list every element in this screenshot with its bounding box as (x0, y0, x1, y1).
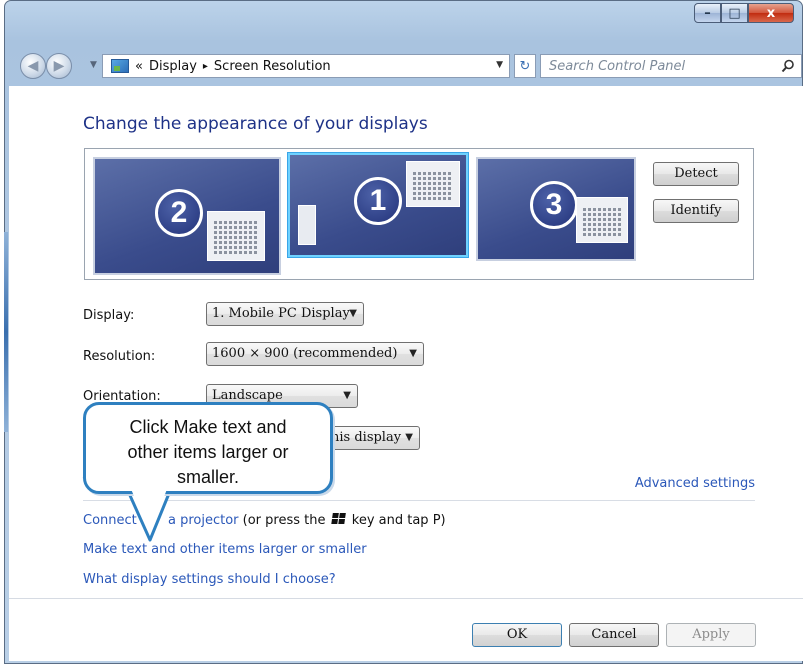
monitor-arrangement-panel: 2 1 3 Detect Identify (84, 148, 754, 280)
connect-projector-link-end[interactable]: a projector (168, 513, 239, 528)
page-title: Change the appearance of your displays (83, 114, 428, 134)
display-label: Display: (83, 308, 135, 323)
advanced-settings-link[interactable]: Advanced settings (635, 476, 755, 491)
orientation-select-value: Landscape (212, 388, 283, 403)
breadcrumb-display[interactable]: Display (149, 59, 197, 74)
dialog-button-bar: OK Cancel Apply (9, 598, 803, 661)
cancel-button[interactable]: Cancel (569, 623, 659, 647)
divider (83, 500, 755, 501)
navigation-bar: ◀ ▶ ▼ « Display ▸ Screen Resolution ▼ ↻ … (16, 50, 802, 80)
monitor-2[interactable]: 2 (93, 157, 281, 275)
maximize-button[interactable]: □ (721, 3, 748, 23)
breadcrumb-screen-resolution[interactable]: Screen Resolution (214, 59, 331, 74)
monitor-3-number: 3 (530, 181, 578, 229)
window-edge-accent (4, 232, 8, 432)
back-button[interactable]: ◀ (20, 53, 46, 79)
minimize-button[interactable]: – (694, 3, 721, 23)
ok-button[interactable]: OK (472, 623, 562, 647)
connect-projector-link-start[interactable]: Connect t (83, 513, 146, 528)
display-select-value: 1. Mobile PC Display (212, 306, 350, 321)
monitor-1-number: 1 (354, 177, 402, 225)
content-area: Change the appearance of your displays 2… (9, 86, 803, 661)
chevron-down-icon: ▼ (343, 390, 351, 401)
refresh-button[interactable]: ↻ (514, 54, 536, 78)
search-input[interactable]: Search Control Panel (540, 54, 802, 78)
refresh-icon: ↻ (519, 58, 531, 74)
resolution-label: Resolution: (83, 349, 156, 364)
breadcrumb-overflow[interactable]: « (135, 59, 143, 74)
breadcrumb-separator-icon[interactable]: ▸ (203, 61, 208, 72)
chevron-down-icon: ▼ (405, 432, 413, 443)
monitor-2-number: 2 (155, 189, 203, 237)
callout-line-1: Click Make text and (129, 417, 287, 437)
resolution-select[interactable]: 1600 × 900 (recommended) ▼ (206, 342, 424, 366)
recent-pages-dropdown[interactable]: ▼ (90, 60, 97, 70)
display-select[interactable]: 1. Mobile PC Display ▼ (206, 302, 364, 326)
monitor-2-window-icon (207, 211, 265, 261)
detect-button[interactable]: Detect (653, 162, 739, 186)
monitor-1[interactable]: 1 (288, 153, 468, 257)
multiple-displays-select-value: his display (331, 430, 402, 445)
control-panel-icon (111, 59, 129, 73)
make-text-larger-link[interactable]: Make text and other items larger or smal… (83, 542, 367, 557)
address-bar[interactable]: « Display ▸ Screen Resolution ▼ (102, 54, 510, 78)
search-icon[interactable] (781, 59, 795, 73)
forward-arrow-icon: ▶ (53, 58, 65, 74)
caption-buttons: – □ x (694, 3, 794, 23)
address-dropdown-icon[interactable]: ▼ (496, 60, 503, 70)
forward-button[interactable]: ▶ (46, 53, 72, 79)
connect-projector-row: Connect t a projector (or press the key a… (83, 513, 446, 528)
monitor-1-tower-icon (298, 205, 316, 245)
display-settings-help-link[interactable]: What display settings should I choose? (83, 572, 336, 587)
monitor-3[interactable]: 3 (476, 157, 636, 261)
connect-projector-note: (or press the (242, 513, 326, 528)
windows-key-icon (330, 513, 347, 525)
callout-line-3: smaller. (176, 467, 239, 487)
back-arrow-icon: ◀ (27, 58, 39, 74)
apply-button[interactable]: Apply (666, 623, 756, 647)
monitor-1-window-icon (406, 161, 460, 207)
close-button[interactable]: x (748, 3, 794, 23)
chevron-down-icon: ▼ (409, 348, 417, 359)
monitor-3-window-icon (576, 197, 628, 243)
instruction-callout: Click Make text and other items larger o… (83, 402, 333, 494)
resolution-select-value: 1600 × 900 (recommended) (212, 346, 398, 361)
chevron-down-icon: ▼ (349, 308, 357, 319)
callout-line-2: other items larger or (127, 442, 289, 462)
connect-projector-note-end: key and tap P) (351, 513, 446, 528)
identify-button[interactable]: Identify (653, 199, 739, 223)
search-placeholder: Search Control Panel (549, 59, 686, 74)
